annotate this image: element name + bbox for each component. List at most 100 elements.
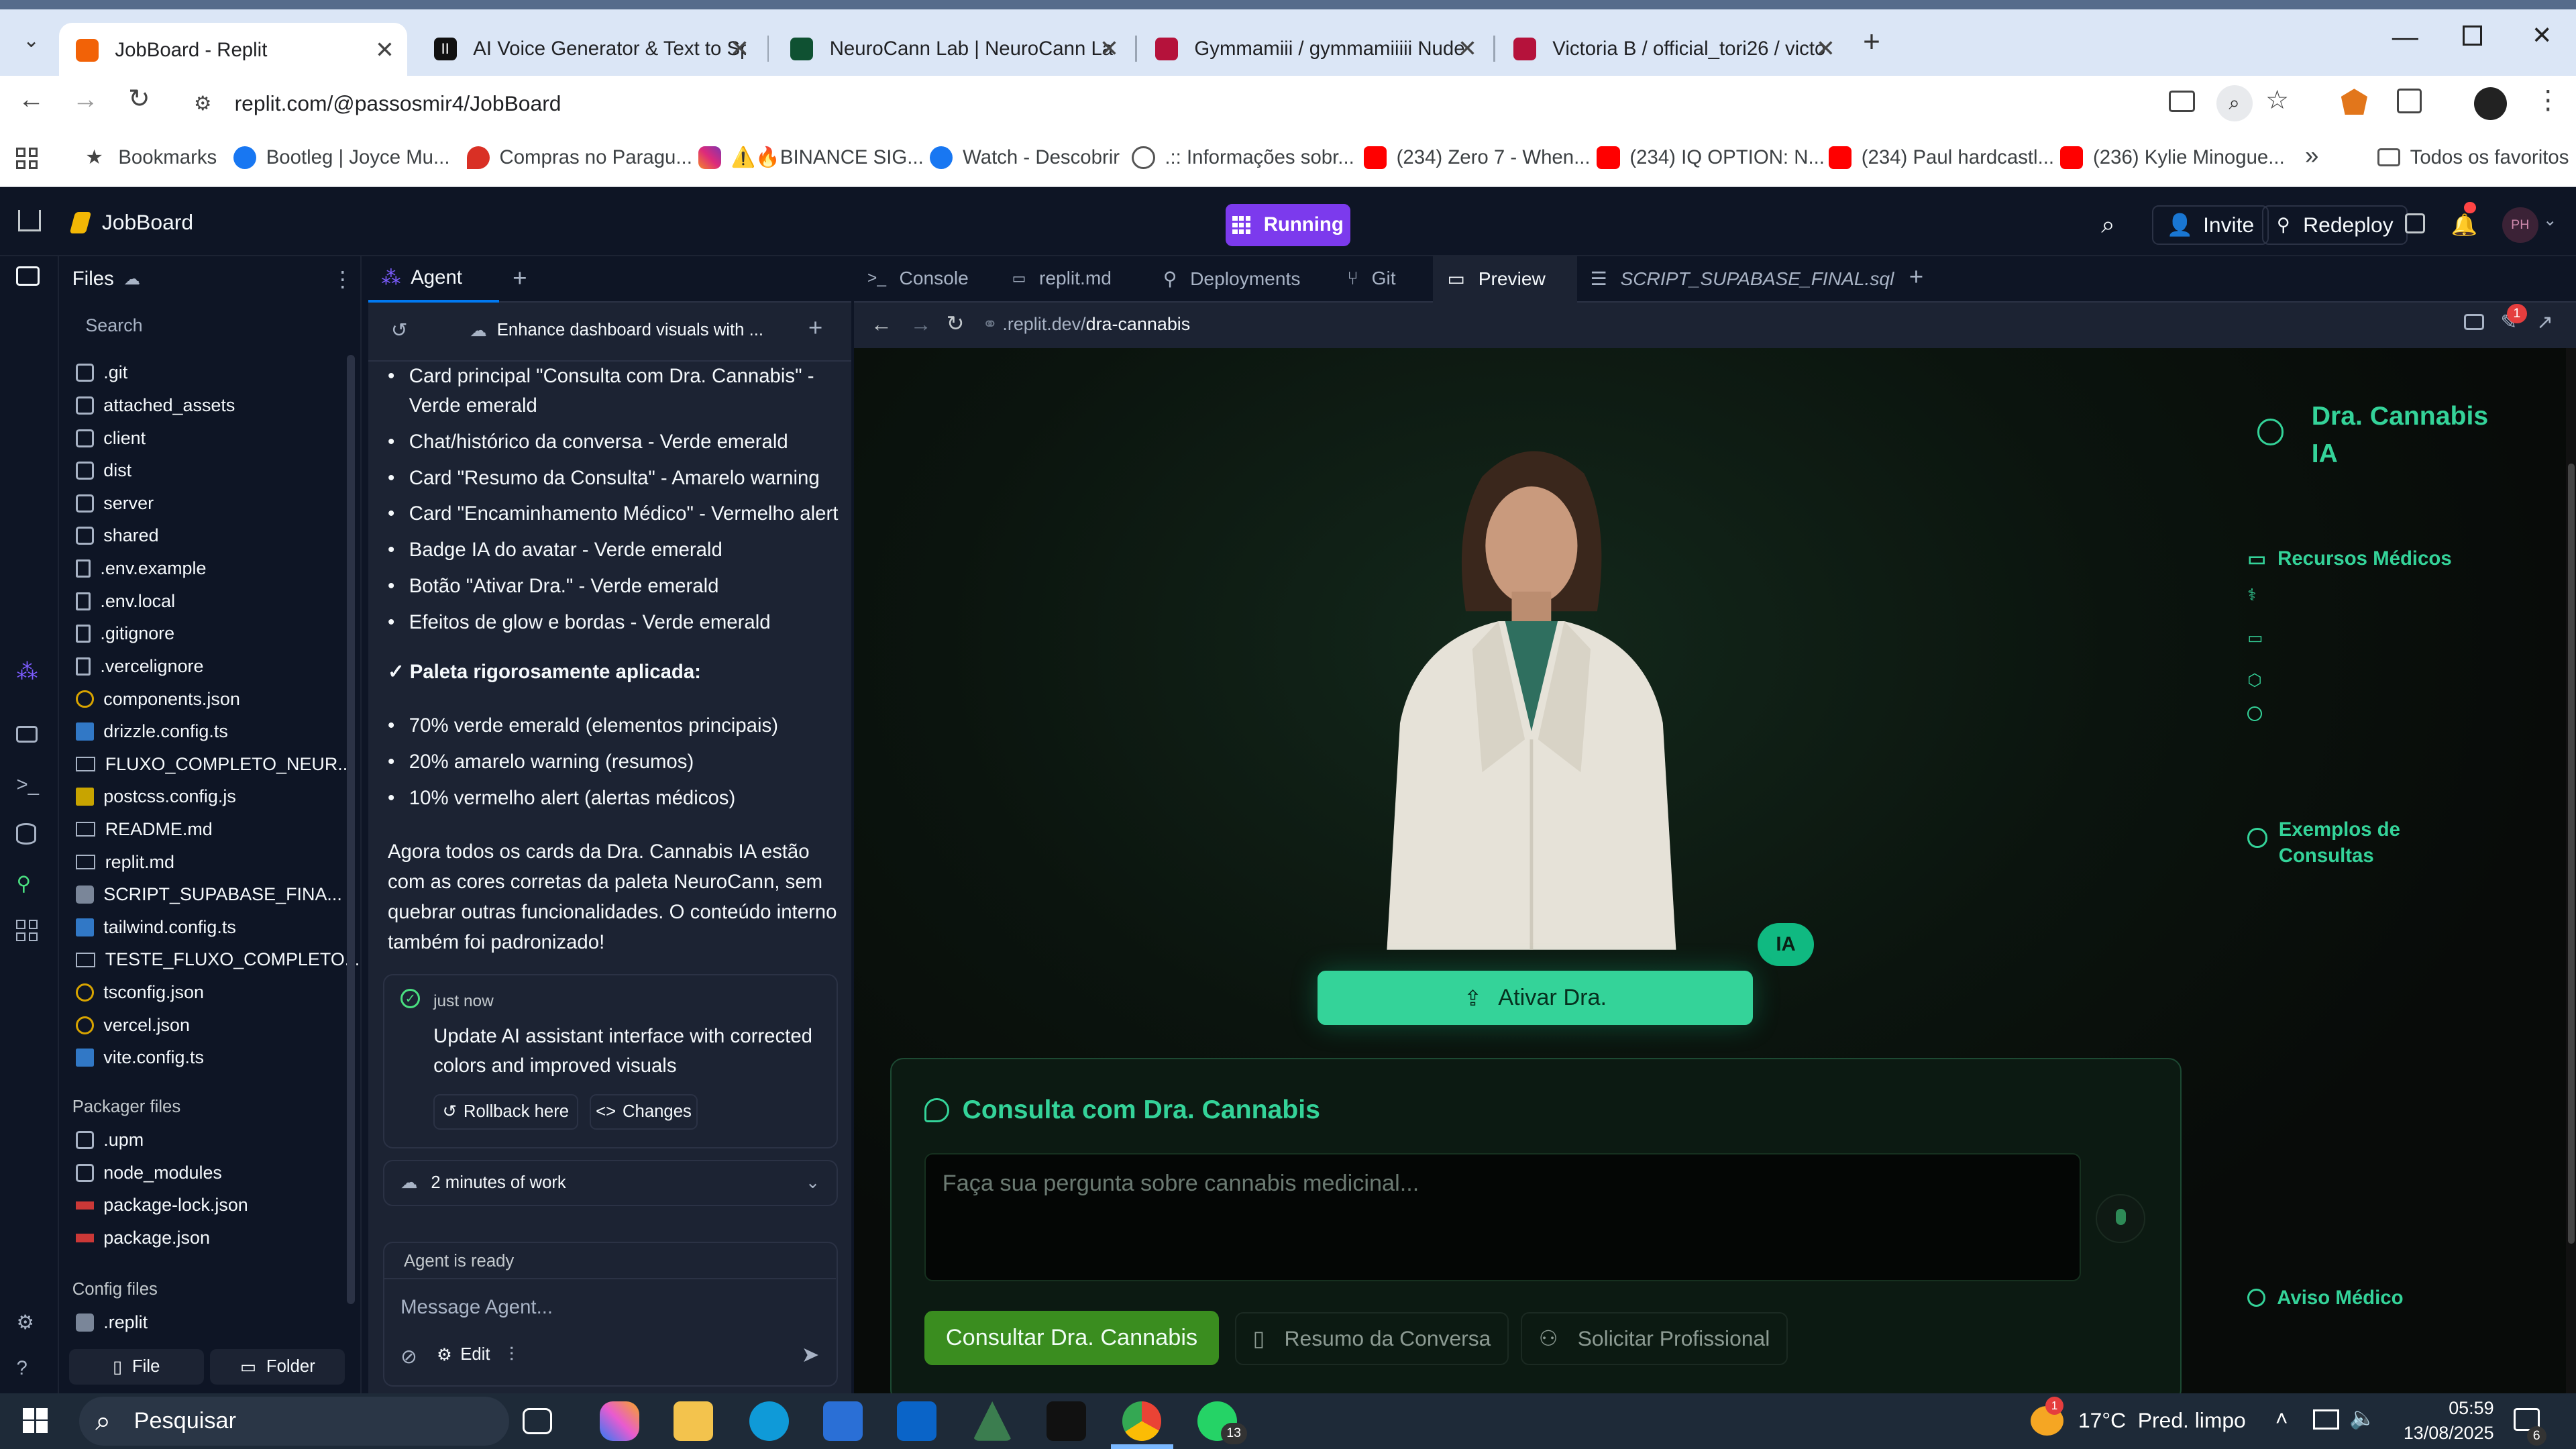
clock-time[interactable]: 05:59 [2415,1398,2493,1419]
file-item[interactable]: components.json [75,684,240,714]
file-item[interactable]: TESTE_FLUXO_COMPLETO... [75,945,360,975]
attach-icon[interactable]: ⊘ [400,1345,417,1368]
bookmark-item[interactable]: Compras no Paragu... [466,146,692,170]
reload-icon[interactable]: ↻ [128,84,150,114]
apps-grid-icon[interactable] [16,148,38,170]
activate-button[interactable]: ⇪ Ativar Dra. [1318,971,1754,1026]
folder-item[interactable]: client [75,423,146,453]
bookmark-item[interactable]: Watch - Descobrir [930,146,1120,170]
folder-item[interactable]: server [75,488,154,518]
file-item[interactable]: .gitignore [75,619,174,649]
zoom-icon[interactable]: ⌕ [2216,85,2253,122]
search-icon[interactable]: ⌕ [2101,205,2115,245]
shield-icon[interactable]: ⬡ [2247,670,2261,690]
close-icon[interactable]: ✕ [375,37,394,64]
settings-icon[interactable]: ⚙ [16,1311,42,1337]
install-app-icon[interactable] [2168,90,2195,112]
all-tools-icon[interactable] [16,920,38,942]
deploy-tool-icon[interactable]: ⚲ [16,872,42,898]
tab-git[interactable]: ⑂ Git [1347,268,1395,289]
request-professional-button[interactable]: ⚇ Solicitar Profissional [1521,1312,1788,1365]
minimize-icon[interactable]: — [2392,23,2418,52]
file-item[interactable]: tsconfig.json [75,978,204,1008]
add-tab-plus-icon[interactable]: + [1909,263,1923,291]
menu-kebab-icon[interactable]: ⋮ [2535,85,2561,115]
summary-button[interactable]: ▯ Resumo da Conversa [1235,1312,1509,1365]
file-item[interactable]: .replit [75,1307,148,1337]
preview-url[interactable]: ⚭ .replit.dev/ dra-cannabis [982,314,1190,335]
redeploy-button[interactable]: ⚲ Redeploy [2262,205,2408,245]
tab-search-chevron-icon[interactable]: ⌄ [13,23,50,59]
more-bookmarks-chevron-icon[interactable]: » [2305,142,2318,170]
book-open-icon[interactable]: ▭ [2247,628,2263,648]
new-thread-plus-icon[interactable]: + [808,314,822,342]
tab-preview[interactable]: ▭ Preview [1448,268,1546,290]
chevron-down-icon[interactable]: ⌄ [806,1173,820,1193]
question-textarea[interactable]: Faça sua pergunta sobre cannabis medicin… [924,1152,2082,1281]
edge-icon[interactable] [749,1401,789,1441]
examples-title[interactable]: Exemplos de Consultas [2279,816,2459,869]
run-status-button[interactable]: Running [1225,203,1351,247]
file-item[interactable]: .vercelignore [75,651,204,681]
task-view-icon[interactable] [522,1407,552,1434]
thread-title[interactable]: ☁ Enhance dashboard visuals with ... [470,321,763,341]
browser-tab-victoria[interactable]: Victoria B / official_tori26 / victo ✕ [1497,23,1848,75]
copilot-icon[interactable] [599,1401,639,1441]
tab-console[interactable]: >_ Console [867,268,969,289]
outlook-icon[interactable] [897,1401,936,1441]
profile-avatar[interactable] [2474,87,2508,120]
file-item[interactable]: .env.local [75,586,175,616]
bookmark-star-icon[interactable]: ☆ [2265,85,2289,115]
site-info-icon[interactable]: ⚙ [194,92,211,115]
medical-warning-title[interactable]: Aviso Médico [2247,1287,2404,1309]
close-icon[interactable]: ✕ [1458,36,1477,62]
history-icon[interactable]: ↺ [391,319,408,342]
edit-mode-button[interactable]: ⚙ Edit [437,1345,490,1365]
folder-item[interactable]: .upm [75,1126,144,1155]
file-item[interactable]: vercel.json [75,1010,190,1040]
bookmark-item[interactable]: (236) Kylie Minogue... [2060,146,2285,170]
folder-item[interactable]: node_modules [75,1158,222,1187]
maximize-icon[interactable] [2463,25,2483,46]
chevron-down-icon[interactable]: ⌄ [2543,210,2557,230]
preview-scrollbar[interactable] [2566,348,2576,1393]
file-item[interactable]: replit.md [75,847,174,877]
file-item[interactable]: .env.example [75,554,207,584]
extensions-icon[interactable] [2397,89,2422,113]
bookmark-item[interactable]: (234) Paul hardcastl... [1828,146,2054,170]
file-search-input[interactable]: Search [68,309,345,345]
tab-sql-script[interactable]: ☰ SCRIPT_SUPABASE_FINAL.sql [1591,268,1894,290]
app-a-icon[interactable] [972,1401,1012,1441]
bookmark-item[interactable]: ★ Bookmarks [85,146,217,169]
files-scrollbar[interactable] [346,354,355,1305]
tab-deployments[interactable]: ⚲ Deployments [1163,268,1301,290]
sync-icon[interactable]: ☁ [123,269,140,289]
file-item[interactable]: README.md [75,814,213,844]
devtools-icon[interactable] [2464,313,2484,331]
home-icon[interactable] [17,210,42,232]
message-input[interactable]: Message Agent... [400,1296,553,1319]
consult-button[interactable]: Consultar Dra. Cannabis [924,1310,1219,1365]
agent-tool-icon[interactable]: ⁂ [16,659,42,685]
preview-tool-icon[interactable] [16,726,38,743]
tray-chevron-icon[interactable]: ˄ [2275,1406,2288,1431]
forward-arrow-icon[interactable]: → [910,312,932,337]
stethoscope-icon[interactable]: ⚕ [2247,585,2256,605]
file-item[interactable]: package.json [75,1223,210,1252]
invite-button[interactable]: 👤 Invite [2152,205,2269,245]
file-item[interactable]: vite.config.ts [75,1043,204,1073]
bookmark-item[interactable]: Bootleg | Joyce Mu... [233,146,450,170]
browser-tab-voice[interactable]: II AI Voice Generator & Text to Sp ✕ [417,23,762,75]
project-name[interactable]: JobBoard [102,210,193,235]
file-item[interactable]: drizzle.config.ts [75,717,228,747]
browser-tab-neurocann[interactable]: NeuroCann Lab | NeuroCann La ✕ [773,23,1132,75]
reload-icon[interactable]: ↻ [947,311,965,336]
close-icon[interactable]: ✕ [730,36,749,62]
add-tab-plus-icon[interactable]: + [513,264,527,292]
forward-arrow-icon[interactable]: → [72,85,99,115]
new-file-button[interactable]: ▯ File [68,1348,204,1385]
file-item[interactable]: package-lock.json [75,1191,248,1220]
weather-text[interactable]: 17°C Pred. limpo [2078,1408,2246,1433]
info-icon[interactable] [2247,706,2263,722]
work-duration-row[interactable]: ☁ 2 minutes of work ⌄ [382,1159,838,1206]
